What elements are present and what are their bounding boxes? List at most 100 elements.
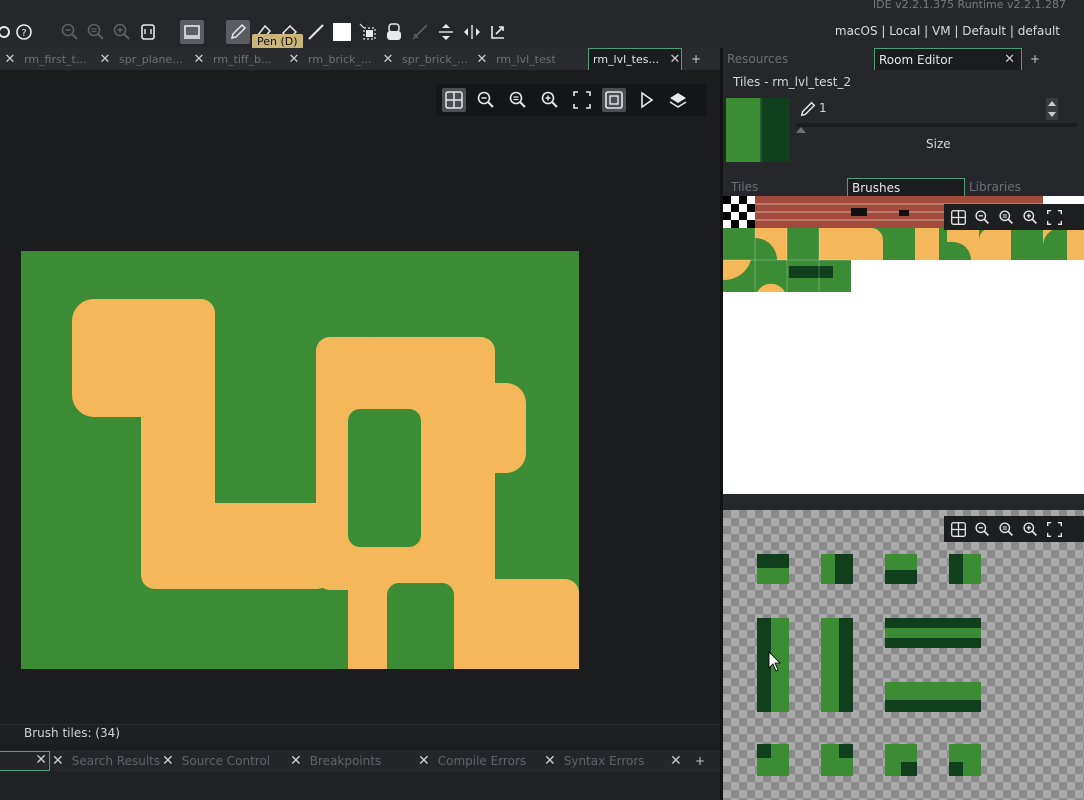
zoom-reset-icon[interactable] bbox=[506, 88, 530, 112]
frame-icon[interactable] bbox=[602, 88, 626, 112]
add-tab-button[interactable]: + bbox=[686, 48, 706, 70]
editor-tab[interactable]: ✕ rm_brick_... bbox=[288, 48, 382, 70]
fit-view-icon[interactable] bbox=[1044, 207, 1064, 227]
brush-preview bbox=[726, 98, 790, 162]
play-icon[interactable] bbox=[634, 88, 658, 112]
pen-icon[interactable] bbox=[226, 20, 250, 44]
scale-icon[interactable] bbox=[460, 20, 484, 44]
brush-tiles-drawing bbox=[757, 554, 981, 776]
tab-label: Syntax Errors bbox=[563, 754, 645, 768]
main-toolbar: IDE v2.2.1.375 Runtime v2.2.1.287 macOS … bbox=[0, 0, 1084, 49]
line-icon[interactable] bbox=[304, 20, 328, 44]
editor-tab-active[interactable]: rm_lvl_tes... ✕ bbox=[588, 48, 682, 70]
close-icon[interactable]: ✕ bbox=[290, 753, 302, 769]
close-icon[interactable]: ✕ bbox=[99, 52, 111, 67]
flip-icon[interactable] bbox=[382, 20, 406, 44]
zoom-out-icon[interactable] bbox=[972, 207, 992, 227]
close-icon[interactable]: ✕ bbox=[1004, 52, 1015, 67]
tab-room-editor[interactable]: Room Editor ✕ bbox=[874, 48, 1022, 70]
editor-tab[interactable]: ✕ spr_brick_... bbox=[382, 48, 476, 70]
room-tilemap[interactable] bbox=[21, 251, 579, 669]
tab-libraries[interactable]: Libraries bbox=[969, 178, 1021, 196]
fit-view-icon[interactable] bbox=[570, 88, 594, 112]
panel-splitter[interactable] bbox=[723, 494, 1084, 510]
close-icon[interactable]: ✕ bbox=[193, 52, 205, 67]
zoom-reset-icon[interactable] bbox=[996, 207, 1016, 227]
output-tab[interactable]: ✕ Search Results bbox=[52, 750, 160, 772]
tab-label: Compile Errors bbox=[437, 754, 527, 768]
tab-label: rm_tiff_b... bbox=[213, 52, 272, 66]
brush-tile-group bbox=[757, 554, 981, 584]
zoom-out-icon[interactable] bbox=[58, 20, 82, 44]
monitor-icon[interactable] bbox=[180, 20, 204, 44]
editor-tab[interactable]: ✕ spr_plane... bbox=[99, 48, 193, 70]
add-tab-button[interactable]: + bbox=[690, 750, 710, 772]
close-icon[interactable]: ✕ bbox=[288, 52, 300, 67]
close-icon[interactable]: ✕ bbox=[669, 52, 681, 67]
zoom-in-icon[interactable] bbox=[1020, 207, 1040, 227]
close-icon[interactable]: ✕ bbox=[162, 753, 174, 769]
mirror-icon[interactable] bbox=[408, 20, 432, 44]
grass-pocket bbox=[387, 597, 454, 669]
grid-icon[interactable] bbox=[442, 88, 466, 112]
editor-tab[interactable]: ✕ rm_tiff_b... bbox=[193, 48, 288, 70]
close-icon[interactable]: ✕ bbox=[382, 52, 394, 67]
add-tab-button[interactable]: + bbox=[1025, 48, 1045, 70]
panel-title: Tiles - rm_lvl_test_2 bbox=[733, 75, 852, 89]
output-tab-bar: ✕ Search Results ✕ Source Control ✕ Breakpo… bbox=[0, 750, 720, 772]
tab-label: rm_first_t... bbox=[24, 52, 87, 66]
tab-label: rm_lvl_tes... bbox=[593, 53, 659, 66]
size-slider-handle[interactable] bbox=[796, 127, 806, 133]
room-editor-panel: Resources Room Editor ✕ + Tiles - rm_lvl_… bbox=[723, 48, 1084, 800]
help-icon[interactable]: ? bbox=[12, 20, 36, 44]
output-panel bbox=[0, 772, 720, 800]
close-icon[interactable]: ✕ bbox=[35, 752, 47, 768]
output-tab-active[interactable]: ✕ bbox=[0, 751, 50, 771]
brush-size-stepper[interactable] bbox=[1046, 98, 1058, 120]
close-icon[interactable]: ✕ bbox=[4, 52, 16, 67]
zoom-in-icon[interactable] bbox=[538, 88, 562, 112]
tab-tiles[interactable]: Tiles bbox=[731, 178, 758, 196]
status-bar: Brush tiles: (34) bbox=[0, 724, 720, 744]
target-selector[interactable]: macOS | Local | VM | Default | default bbox=[835, 24, 1060, 38]
tileset-toolbar bbox=[944, 204, 1084, 230]
zoom-out-icon[interactable] bbox=[474, 88, 498, 112]
layers-icon[interactable] bbox=[666, 88, 690, 112]
tab-label: rm_brick_... bbox=[308, 52, 372, 66]
rectangle-icon[interactable] bbox=[330, 20, 354, 44]
output-tab[interactable]: ✕ Source Control bbox=[162, 750, 270, 772]
tab-label: rm_lvl_test bbox=[496, 52, 556, 66]
brush-size-input[interactable]: 1 bbox=[819, 101, 827, 115]
output-tab[interactable]: ✕ Compile Errors bbox=[418, 750, 526, 772]
brush-builder[interactable] bbox=[723, 510, 1084, 800]
room-editor-canvas[interactable] bbox=[0, 70, 720, 724]
svg-text:?: ? bbox=[21, 28, 26, 39]
grid-icon[interactable] bbox=[948, 207, 968, 227]
tab-brushes[interactable]: Brushes bbox=[847, 178, 965, 196]
horizontal-flip-icon[interactable] bbox=[486, 20, 510, 44]
close-icon[interactable]: ✕ bbox=[670, 750, 690, 772]
tab-label: Tiles bbox=[731, 180, 759, 194]
zoom-in-icon[interactable] bbox=[110, 20, 134, 44]
close-icon[interactable]: ✕ bbox=[52, 753, 64, 769]
output-tab[interactable]: ✕ Breakpoints bbox=[290, 750, 381, 772]
tab-label: Brushes bbox=[852, 180, 901, 195]
close-icon[interactable]: ✕ bbox=[544, 753, 556, 769]
zoom-reset-icon[interactable] bbox=[84, 20, 108, 44]
tilemap-drawing bbox=[72, 299, 579, 669]
view-toolbar bbox=[436, 84, 706, 116]
editor-tab[interactable]: ✕ rm_lvl_test bbox=[476, 48, 586, 70]
select-icon[interactable] bbox=[356, 20, 380, 44]
gamepad-icon[interactable] bbox=[136, 20, 160, 44]
editor-tab[interactable]: ✕ rm_first_t... bbox=[4, 48, 99, 70]
size-slider[interactable] bbox=[796, 123, 1078, 127]
tab-label: Resources bbox=[727, 52, 789, 66]
brush-tiles-count: Brush tiles: (34) bbox=[24, 726, 120, 740]
tab-resources[interactable]: Resources bbox=[727, 48, 873, 70]
tileset-viewer[interactable] bbox=[723, 196, 1084, 494]
rotate-icon[interactable] bbox=[434, 20, 458, 44]
output-tab[interactable]: ✕ Syntax Errors bbox=[544, 750, 645, 772]
tab-label: spr_brick_... bbox=[402, 52, 468, 66]
close-icon[interactable]: ✕ bbox=[418, 753, 430, 769]
close-icon[interactable]: ✕ bbox=[476, 52, 488, 67]
